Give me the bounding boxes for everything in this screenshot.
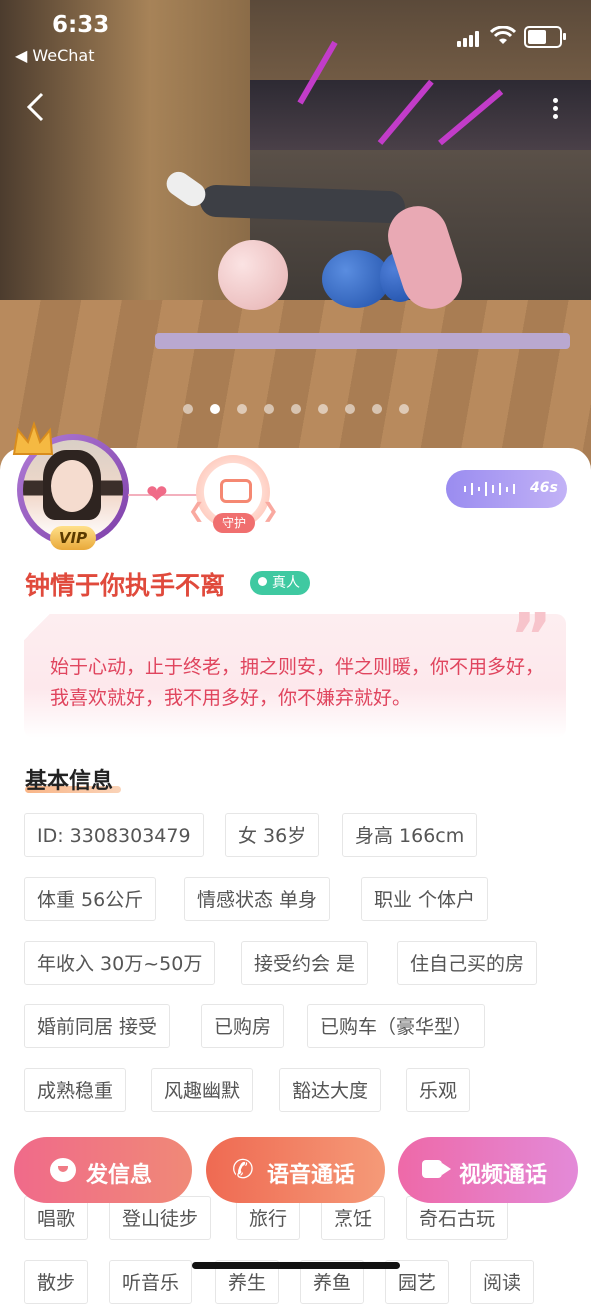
- back-to-wechat[interactable]: ◀ WeChat: [15, 46, 95, 65]
- info-tag: 听音乐: [109, 1260, 193, 1304]
- crown-icon: [12, 420, 54, 455]
- video-call-button[interactable]: 视频通话: [398, 1137, 578, 1203]
- more-options-icon[interactable]: [545, 95, 565, 125]
- profile-photo-carousel[interactable]: 6:33 ◀ WeChat: [0, 0, 591, 470]
- verified-badge: 真人: [250, 571, 310, 595]
- carousel-dot[interactable]: [372, 404, 382, 414]
- vip-badge: VIP: [50, 526, 96, 550]
- heart-icon: ❤: [146, 480, 168, 510]
- wing-left-icon: ❮: [188, 498, 205, 522]
- waveform-icon: [464, 481, 515, 497]
- battery-icon: [524, 26, 566, 48]
- info-tag: 接受约会 是: [241, 941, 369, 985]
- info-tag: 年收入 30万~50万: [24, 941, 216, 985]
- info-tag: 已购房: [201, 1004, 285, 1048]
- info-tag: 职业 个体户: [361, 877, 489, 921]
- carousel-dot[interactable]: [291, 404, 301, 414]
- carousel-dot[interactable]: [237, 404, 247, 414]
- info-tag: 体重 56公斤: [24, 877, 157, 921]
- carousel-dot[interactable]: [264, 404, 274, 414]
- voice-call-label: 语音通话: [267, 1163, 356, 1188]
- phone-icon: ✆: [232, 1155, 254, 1185]
- back-arrow-icon[interactable]: [24, 92, 48, 122]
- status-time: 6:33: [52, 12, 110, 38]
- carousel-dot[interactable]: [183, 404, 193, 414]
- info-tag: 女 36岁: [225, 813, 320, 857]
- info-tag: 婚前同居 接受: [24, 1004, 171, 1048]
- video-call-label: 视频通话: [459, 1163, 548, 1188]
- signal-icon: [457, 28, 481, 47]
- chat-bubble-icon: [50, 1158, 76, 1182]
- info-tag: 风趣幽默: [151, 1068, 254, 1112]
- info-tag: 阅读: [470, 1260, 535, 1304]
- carousel-dot[interactable]: [318, 404, 328, 414]
- info-tag: 情感状态 单身: [184, 877, 331, 921]
- basic-info-title: 基本信息: [25, 769, 114, 794]
- profile-name: 钟情于你执手不离: [25, 571, 226, 600]
- verified-label: 真人: [272, 575, 300, 591]
- carousel-dot[interactable]: [345, 404, 355, 414]
- guard-label: 守护: [213, 513, 255, 533]
- info-tag: 散步: [24, 1260, 89, 1304]
- info-tag: 住自己买的房: [397, 941, 538, 985]
- info-tag: 身高 166cm: [342, 813, 478, 857]
- sofa-icon: [220, 479, 252, 503]
- send-message-button[interactable]: 发信息: [14, 1137, 192, 1203]
- voice-duration: 46s: [530, 480, 558, 496]
- status-bar: 6:33 ◀ WeChat: [0, 0, 591, 70]
- info-tag: 成熟稳重: [24, 1068, 127, 1112]
- send-message-label: 发信息: [86, 1163, 153, 1188]
- carousel-indicator: [183, 404, 409, 414]
- info-tag: 已购车（豪华型）: [307, 1004, 486, 1048]
- carousel-dot[interactable]: [399, 404, 409, 414]
- info-tag: 豁达大度: [279, 1068, 382, 1112]
- wing-right-icon: ❯: [262, 498, 279, 522]
- video-camera-icon: [422, 1160, 451, 1178]
- signature-text: 始于心动，止于终老，拥之则安，伴之则暖，你不用多好，我喜欢就好，我不用多好，你不…: [50, 656, 545, 709]
- wifi-icon: [490, 26, 516, 44]
- person-icon: [258, 577, 267, 586]
- info-tag: ID: 3308303479: [24, 813, 204, 857]
- voice-call-button[interactable]: ✆ 语音通话: [206, 1137, 385, 1203]
- carousel-dot[interactable]: [210, 404, 220, 414]
- home-indicator: [192, 1262, 400, 1269]
- photo-yoga-mat: [155, 333, 570, 349]
- voice-intro-button[interactable]: 46s: [446, 470, 567, 508]
- info-tag: 乐观: [406, 1068, 471, 1112]
- photo-pink-ball: [218, 240, 288, 310]
